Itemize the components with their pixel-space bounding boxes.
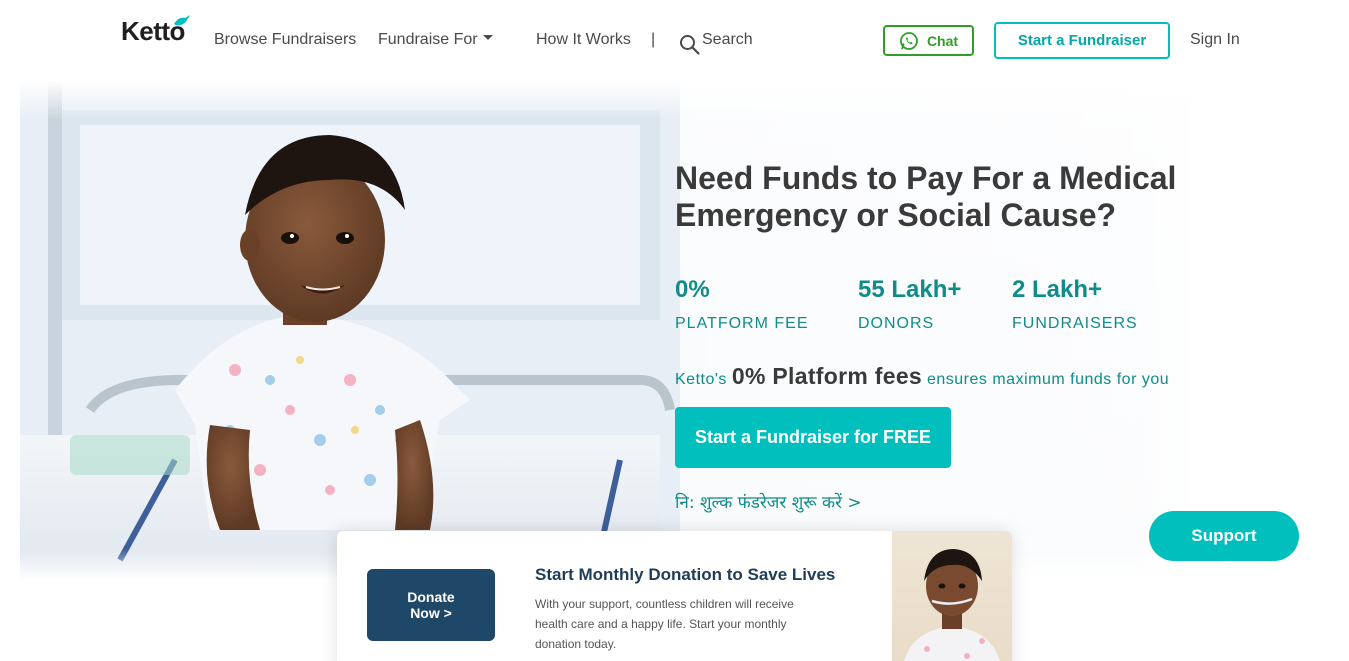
monthly-child-illustration (904, 549, 1000, 661)
monthly-child-photo (892, 531, 1012, 661)
hero-section: Need Funds to Pay For a Medical Emergenc… (0, 80, 1349, 580)
donate-now-button[interactable]: Donate Now > (367, 569, 495, 641)
start-fundraiser-button[interactable]: Start a Fundraiser (994, 22, 1170, 59)
nav-how-it-works[interactable]: How It Works (536, 31, 631, 49)
nav-fundraise-for[interactable]: Fundraise For (378, 31, 493, 49)
start-fundraiser-free-button[interactable]: Start a Fundraiser for FREE (675, 407, 951, 468)
chat-label: Chat (926, 32, 959, 49)
site-header: Ketto Browse Fundraisers Fundraise For H… (0, 0, 1349, 80)
stat-donors: 55 Lakh+ DONORS (858, 276, 961, 333)
stat-platform-fee: 0% PLATFORM FEE (675, 276, 809, 333)
ketto-logo[interactable]: Ketto (121, 15, 190, 44)
nav-search[interactable]: Search (702, 31, 753, 49)
stat-value: 0% (675, 276, 710, 303)
stat-label: DONORS (858, 315, 935, 332)
hero-title: Need Funds to Pay For a Medical Emergenc… (675, 160, 1177, 233)
stat-label: FUNDRAISERS (1012, 315, 1138, 332)
stat-fundraisers: 2 Lakh+ FUNDRAISERS (1012, 276, 1138, 333)
sign-in-link[interactable]: Sign In (1190, 31, 1240, 49)
whatsapp-icon (900, 31, 918, 50)
nav-browse-fundraisers[interactable]: Browse Fundraisers (214, 31, 356, 49)
fee-suffix: ensures maximum funds for you (926, 371, 1170, 388)
fee-tagline: Ketto's 0% Platform fees ensures maximum… (675, 363, 1169, 390)
fee-prefix: Ketto's (675, 371, 727, 388)
monthly-description: With your support, countless children wi… (535, 597, 794, 651)
stat-value: 55 Lakh+ (858, 276, 962, 303)
nav-fundraise-for-label: Fundraise For (378, 31, 478, 48)
chat-button[interactable]: Chat (883, 25, 974, 56)
hero-fade-right (1120, 80, 1349, 580)
nav-divider: | (651, 31, 656, 48)
caret-down-icon (482, 35, 493, 41)
hero-child-photo (20, 80, 680, 580)
ketto-bird-icon (174, 15, 190, 26)
hindi-start-fundraiser-link[interactable]: नि: शुल्क फंडरेजर शुरू करें > (675, 490, 862, 513)
fee-highlight: 0% Platform fees (731, 363, 923, 389)
stat-value: 2 Lakh+ (1012, 276, 1103, 303)
search-icon[interactable] (679, 34, 701, 56)
monthly-title: Start Monthly Donation to Save Lives (535, 565, 836, 584)
support-button[interactable]: Support (1149, 511, 1299, 561)
monthly-donation-card: Donate Now > Start Monthly Donation to S… (337, 531, 1012, 661)
stat-label: PLATFORM FEE (675, 315, 809, 332)
